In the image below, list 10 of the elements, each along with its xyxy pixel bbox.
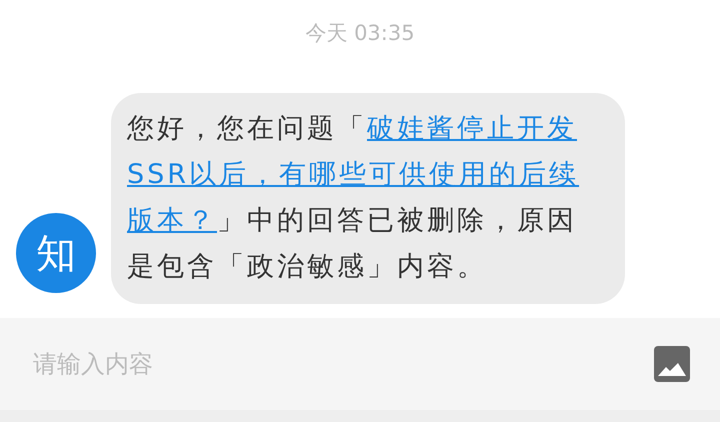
message-line: 是包含「政治敏感」内容。: [127, 250, 488, 284]
question-link[interactable]: 破娃酱停止开发: [367, 113, 577, 144]
avatar[interactable]: 知: [16, 213, 96, 293]
message-line: 您好，您在问题「破娃酱停止开发: [127, 112, 578, 146]
question-link[interactable]: 版本？: [127, 205, 217, 236]
timestamp: 今天 03:35: [305, 20, 415, 46]
message-line: 版本？」中的回答已被删除，原因: [127, 204, 578, 238]
image-icon[interactable]: [654, 346, 690, 382]
question-link[interactable]: SSR以后，有哪些可供使用的后续: [127, 159, 580, 190]
message-input[interactable]: 请输入内容: [33, 350, 433, 378]
